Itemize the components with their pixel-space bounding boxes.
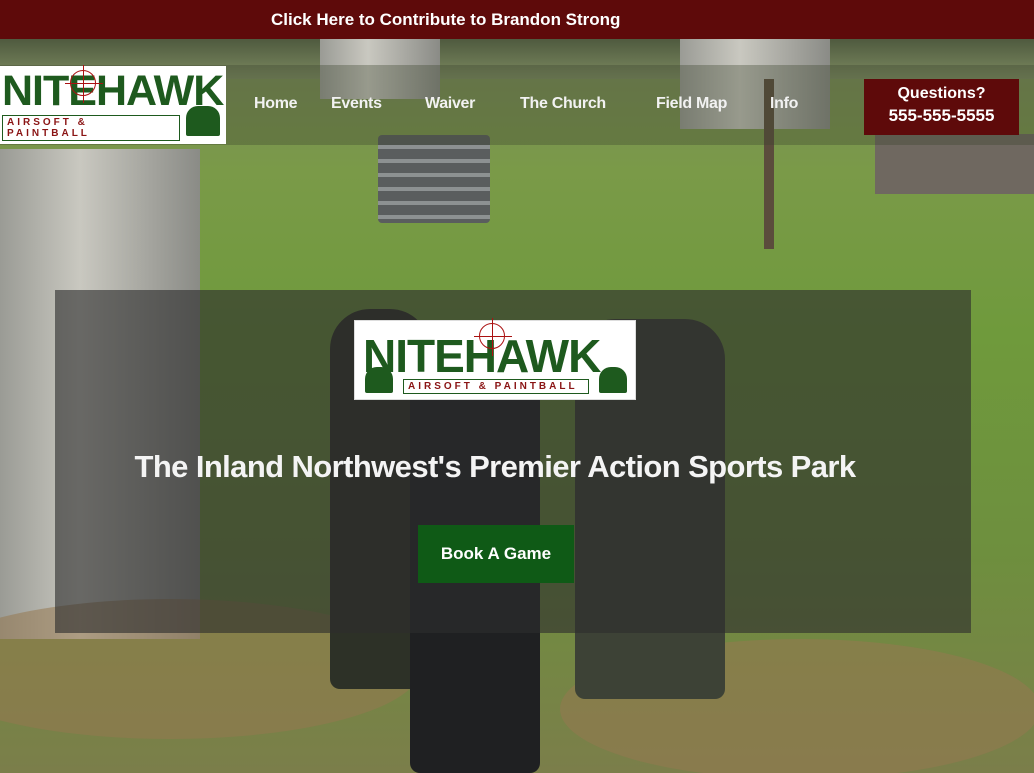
- top-banner: Click Here to Contribute to Brandon Stro…: [0, 0, 1034, 39]
- nav-field-map[interactable]: Field Map: [656, 95, 727, 113]
- tire-stack: [378, 135, 490, 223]
- soldier-icon: [599, 367, 627, 393]
- hero-logo-tagline: AIRSOFT & PAINTBALL: [403, 379, 589, 394]
- nav-the-church[interactable]: The Church: [520, 95, 606, 113]
- contact-label: Questions?: [897, 85, 986, 102]
- contribute-link[interactable]: Click Here to Contribute to Brandon Stro…: [271, 10, 620, 30]
- nav-home[interactable]: Home: [254, 95, 298, 113]
- hero-logo: NITEHAWK AIRSOFT & PAINTBALL: [354, 318, 636, 400]
- hero-title: The Inland Northwest's Premier Action Sp…: [134, 449, 857, 484]
- nav-events[interactable]: Events: [331, 95, 382, 113]
- main-nav: Home Events Waiver The Church Field Map …: [0, 95, 860, 119]
- crosshair-icon: [65, 65, 103, 103]
- soldier-icon: [365, 367, 393, 393]
- contact-phone: 555-555-5555: [888, 106, 995, 125]
- contact-button[interactable]: Questions? 555-555-5555: [864, 79, 1019, 135]
- nav-info[interactable]: Info: [770, 95, 798, 113]
- crosshair-icon: [474, 318, 512, 356]
- book-a-game-button[interactable]: Book A Game: [418, 525, 574, 583]
- nav-waiver[interactable]: Waiver: [425, 95, 475, 113]
